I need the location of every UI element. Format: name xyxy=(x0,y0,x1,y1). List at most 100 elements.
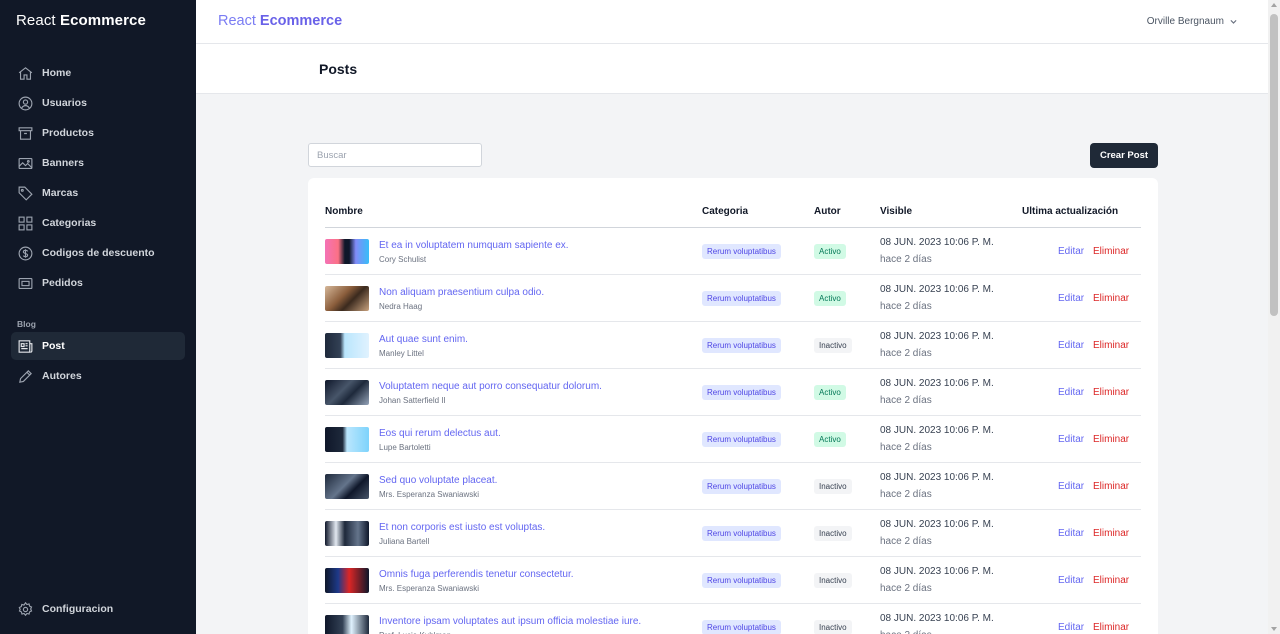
table-row: Non aliquam praesentium culpa odio. Nedra… xyxy=(325,275,1141,322)
post-thumbnail[interactable] xyxy=(325,474,369,499)
scroll-up-arrow[interactable] xyxy=(1271,3,1277,7)
delete-link[interactable]: Eliminar xyxy=(1093,246,1129,257)
sidebar-item-marcas[interactable]: Marcas xyxy=(11,179,185,207)
post-title-link[interactable]: Voluptatem neque aut porro consequatur d… xyxy=(379,381,602,392)
post-title-link[interactable]: Et non corporis est iusto est voluptas. xyxy=(379,522,545,533)
delete-link[interactable]: Eliminar xyxy=(1093,575,1129,586)
updated-date: 08 JUN. 2023 10:06 P. M. xyxy=(880,425,994,436)
table-row: Omnis fuga perferendis tenetur consectet… xyxy=(325,557,1141,604)
scroll-down-arrow[interactable] xyxy=(1271,627,1277,631)
grid-icon xyxy=(18,216,33,230)
edit-link[interactable]: Editar xyxy=(1058,387,1084,398)
topbar-brand[interactable]: React Ecommerce xyxy=(218,13,342,29)
post-thumbnail[interactable] xyxy=(325,380,369,405)
edit-link[interactable]: Editar xyxy=(1058,575,1084,586)
category-badge: Rerum voluptatibus xyxy=(702,338,781,353)
category-badge: Rerum voluptatibus xyxy=(702,479,781,494)
post-title-link[interactable]: Sed quo voluptate placeat. xyxy=(379,475,497,486)
delete-link[interactable]: Eliminar xyxy=(1093,481,1129,492)
updated-relative: hace 2 días xyxy=(880,489,932,500)
category-badge: Rerum voluptatibus xyxy=(702,573,781,588)
search-input[interactable] xyxy=(308,143,482,167)
edit-link[interactable]: Editar xyxy=(1058,528,1084,539)
image-icon xyxy=(18,157,33,169)
post-title-link[interactable]: Aut quae sunt enim. xyxy=(379,334,468,345)
category-badge: Rerum voluptatibus xyxy=(702,244,781,259)
category-badge: Rerum voluptatibus xyxy=(702,620,781,634)
create-post-button[interactable]: Crear Post xyxy=(1090,143,1158,168)
edit-link[interactable]: Editar xyxy=(1058,293,1084,304)
delete-link[interactable]: Eliminar xyxy=(1093,434,1129,445)
sidebar-item-configuracion[interactable]: Configuracion xyxy=(11,595,185,623)
sidebar-item-autores[interactable]: Autores xyxy=(11,362,185,390)
delete-link[interactable]: Eliminar xyxy=(1093,387,1129,398)
post-author: Mrs. Esperanza Swaniawski xyxy=(379,584,480,593)
page-title: Posts xyxy=(319,61,358,77)
post-title-link[interactable]: Inventore ipsam voluptates aut ipsum off… xyxy=(379,616,641,627)
sidebar-item-codigos-descuento[interactable]: Codigos de descuento xyxy=(11,239,185,267)
post-title-link[interactable]: Non aliquam praesentium culpa odio. xyxy=(379,287,544,298)
updated-date: 08 JUN. 2023 10:06 P. M. xyxy=(880,331,994,342)
column-header-visible: Visible xyxy=(880,206,913,217)
user-menu[interactable]: Orville Bergnaum xyxy=(1147,16,1238,27)
sidebar-item-pedidos[interactable]: Pedidos xyxy=(11,269,185,297)
updated-relative: hace 2 días xyxy=(880,536,932,547)
column-header-ultima-actualizacion: Ultima actualización xyxy=(1022,206,1119,217)
updated-date: 08 JUN. 2023 10:06 P. M. xyxy=(880,566,994,577)
updated-date: 08 JUN. 2023 10:06 P. M. xyxy=(880,284,994,295)
post-title-link[interactable]: Omnis fuga perferendis tenetur consectet… xyxy=(379,569,574,580)
gear-icon xyxy=(18,601,33,616)
home-icon xyxy=(18,66,33,80)
delete-link[interactable]: Eliminar xyxy=(1093,340,1129,351)
dollar-circle-icon xyxy=(18,246,33,260)
status-badge: Activo xyxy=(814,432,846,447)
post-author: Lupe Bartoletti xyxy=(379,443,431,452)
sidebar-item-home[interactable]: Home xyxy=(11,59,185,87)
tag-icon xyxy=(18,186,33,201)
post-title-link[interactable]: Eos qui rerum delectus aut. xyxy=(379,428,501,439)
status-badge: Inactivo xyxy=(814,338,852,353)
updated-relative: hace 2 días xyxy=(880,630,932,634)
sidebar-item-productos[interactable]: Productos xyxy=(11,119,185,147)
delete-link[interactable]: Eliminar xyxy=(1093,622,1129,633)
edit-link[interactable]: Editar xyxy=(1058,434,1084,445)
post-author: Manley Littel xyxy=(379,349,424,358)
posts-table: Nombre Categoria Autor Visible Ultima ac… xyxy=(308,178,1158,634)
table-row: Voluptatem neque aut porro consequatur d… xyxy=(325,369,1141,416)
edit-link[interactable]: Editar xyxy=(1058,622,1084,633)
post-thumbnail[interactable] xyxy=(325,427,369,452)
status-badge: Inactivo xyxy=(814,526,852,541)
delete-link[interactable]: Eliminar xyxy=(1093,293,1129,304)
post-thumbnail[interactable] xyxy=(325,333,369,358)
user-name: Orville Bergnaum xyxy=(1146,16,1224,27)
post-thumbnail[interactable] xyxy=(325,286,369,311)
sidebar-item-post[interactable]: Post xyxy=(11,332,185,360)
status-badge: Activo xyxy=(814,244,846,259)
post-title-link[interactable]: Et ea in voluptatem numquam sapiente ex. xyxy=(379,240,569,251)
table-row: Sed quo voluptate placeat. Mrs. Esperanza… xyxy=(325,463,1141,510)
column-header-categoria: Categoria xyxy=(702,206,749,217)
edit-link[interactable]: Editar xyxy=(1058,481,1084,492)
sidebar-item-usuarios[interactable]: Usuarios xyxy=(11,89,185,117)
sidebar-brand[interactable]: React Ecommerce xyxy=(16,12,146,29)
table-row: Et ea in voluptatem numquam sapiente ex.… xyxy=(325,228,1141,275)
page-scrollbar[interactable] xyxy=(1268,0,1280,634)
post-author: Johan Satterfield II xyxy=(379,396,446,405)
user-circle-icon xyxy=(18,96,33,110)
post-thumbnail[interactable] xyxy=(325,615,369,634)
scrollbar-thumb[interactable] xyxy=(1270,14,1278,316)
post-thumbnail[interactable] xyxy=(325,239,369,264)
post-thumbnail[interactable] xyxy=(325,568,369,593)
updated-date: 08 JUN. 2023 10:06 P. M. xyxy=(880,519,994,530)
updated-date: 08 JUN. 2023 10:06 P. M. xyxy=(880,378,994,389)
status-badge: Activo xyxy=(814,385,846,400)
sidebar-item-banners[interactable]: Banners xyxy=(11,149,185,177)
page-header: Posts xyxy=(196,44,1268,94)
edit-link[interactable]: Editar xyxy=(1058,340,1084,351)
edit-link[interactable]: Editar xyxy=(1058,246,1084,257)
delete-link[interactable]: Eliminar xyxy=(1093,528,1129,539)
status-badge: Inactivo xyxy=(814,620,852,634)
sidebar-item-categorias[interactable]: Categorias xyxy=(11,209,185,237)
post-thumbnail[interactable] xyxy=(325,521,369,546)
updated-relative: hace 2 días xyxy=(880,301,932,312)
